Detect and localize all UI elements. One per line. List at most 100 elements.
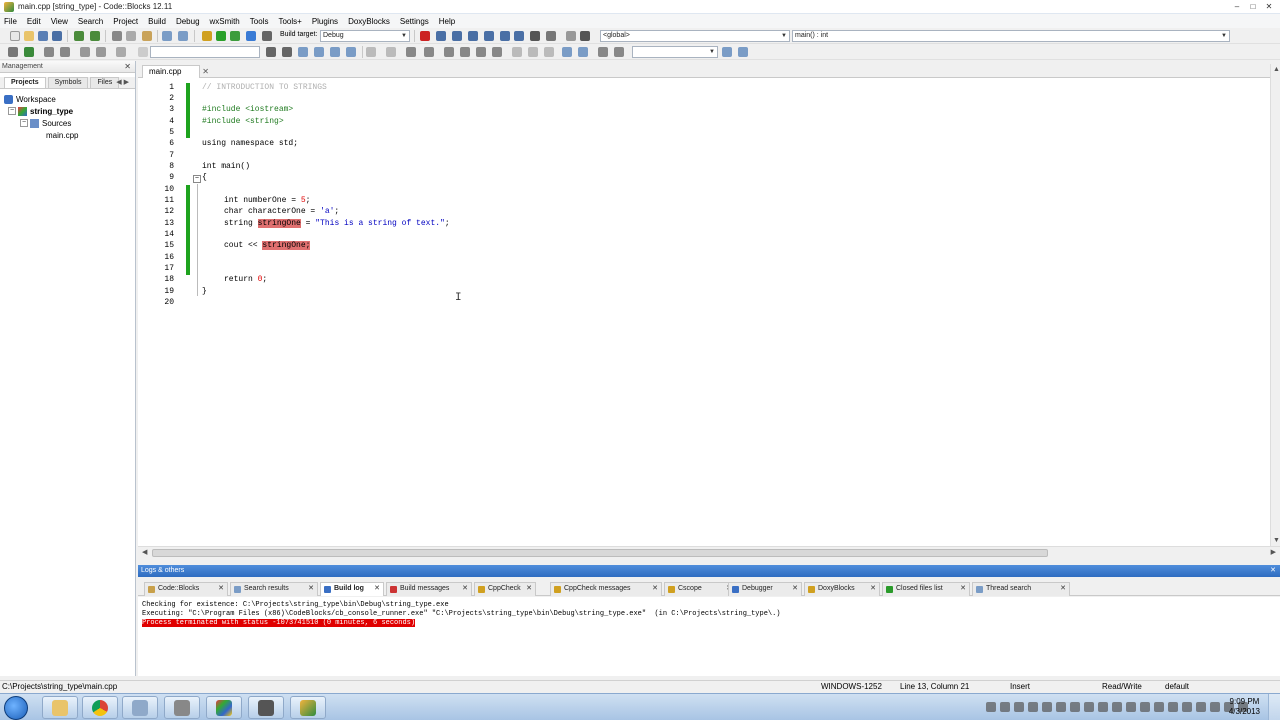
tree-item-project[interactable]: − string_type	[4, 105, 135, 117]
box-icon[interactable]	[512, 47, 522, 57]
tray-icon[interactable]	[1098, 702, 1108, 712]
find-next-icon[interactable]	[722, 47, 732, 57]
close-button[interactable]: ✕	[1262, 1, 1276, 12]
run-icon[interactable]	[216, 31, 226, 41]
close-icon[interactable]: ✕	[462, 583, 468, 595]
search-icon[interactable]	[738, 47, 748, 57]
build-target-select[interactable]: Debug ▼	[320, 30, 410, 42]
taskbar-app-6[interactable]	[248, 696, 284, 719]
step-instruction-icon[interactable]	[514, 31, 524, 41]
tab-files[interactable]: Files	[90, 77, 120, 88]
highlight-icon[interactable]	[298, 47, 308, 57]
taskbar-app-3[interactable]	[122, 696, 158, 719]
tab-cppcheck-messages[interactable]: CppCheck messages ✕	[550, 582, 662, 596]
cut-icon[interactable]	[112, 31, 122, 41]
box3-icon[interactable]	[544, 47, 554, 57]
tray-icon[interactable]	[1056, 702, 1066, 712]
menu-search[interactable]: Search	[78, 17, 103, 26]
menu-tools[interactable]: Tools	[250, 17, 269, 26]
abort-icon[interactable]	[262, 31, 272, 41]
menu-tools-plus[interactable]: Tools+	[278, 17, 301, 26]
close-icon[interactable]: ✕	[218, 583, 224, 595]
tab-closed-files[interactable]: Closed files list ✕	[882, 582, 970, 596]
taskbar-codeblocks[interactable]	[290, 696, 326, 719]
code-completion-icon[interactable]	[116, 47, 126, 57]
close-icon[interactable]: ✕	[526, 583, 532, 595]
save-all-icon[interactable]	[52, 31, 62, 41]
next-instruction-icon[interactable]	[468, 31, 478, 41]
show-desktop-button[interactable]	[1268, 694, 1280, 720]
tab-cscope[interactable]: Cscope✕	[664, 582, 736, 596]
search-box[interactable]	[150, 46, 260, 58]
tray-icon[interactable]	[1210, 702, 1220, 712]
close-icon[interactable]: ✕	[202, 66, 209, 78]
align-right-icon[interactable]	[476, 47, 486, 57]
image-icon[interactable]	[406, 47, 416, 57]
collapse-icon[interactable]: −	[20, 119, 28, 127]
box2-icon[interactable]	[528, 47, 538, 57]
frame-icon[interactable]	[386, 47, 396, 57]
tray-icon[interactable]	[1168, 702, 1178, 712]
tree-item-workspace[interactable]: Workspace	[4, 93, 135, 105]
close-icon[interactable]: ✕	[1270, 565, 1276, 576]
step-out-icon[interactable]	[500, 31, 510, 41]
menu-debug[interactable]: Debug	[176, 17, 200, 26]
fold-icon[interactable]: −	[193, 175, 201, 183]
close-icon[interactable]: ✕	[870, 583, 876, 595]
rebuild-icon[interactable]	[246, 31, 256, 41]
prev-icon[interactable]	[266, 47, 276, 57]
run-to-cursor-icon[interactable]	[436, 31, 446, 41]
layout-icon[interactable]	[424, 47, 434, 57]
menu-settings[interactable]: Settings	[400, 17, 429, 26]
collapse-icon[interactable]: −	[8, 107, 16, 115]
tab-cppcheck[interactable]: CppCheck ✕	[474, 582, 536, 596]
editor-horizontal-scrollbar[interactable]: ◀ ▶	[138, 546, 1280, 558]
close-icon[interactable]: ✕	[124, 61, 131, 72]
next-line-icon[interactable]	[452, 31, 462, 41]
scroll-down-icon[interactable]: ▼	[1273, 537, 1280, 544]
align-center-icon[interactable]	[460, 47, 470, 57]
replace-toolbar-icon[interactable]	[330, 47, 340, 57]
menu-build[interactable]: Build	[148, 17, 166, 26]
scope-select[interactable]: <global> ▼	[600, 30, 790, 42]
new-file-icon[interactable]	[10, 31, 20, 41]
tray-icon[interactable]	[1028, 702, 1038, 712]
find-combo[interactable]: ▼	[632, 46, 718, 58]
copy-icon[interactable]	[126, 31, 136, 41]
select-icon[interactable]	[314, 47, 324, 57]
menu-project[interactable]: Project	[113, 17, 138, 26]
tray-icon[interactable]	[1000, 702, 1010, 712]
refresh-icon[interactable]	[614, 47, 624, 57]
various-info-icon[interactable]	[580, 31, 590, 41]
align-left-icon[interactable]	[444, 47, 454, 57]
comment-icon[interactable]	[44, 47, 54, 57]
tab-codeblocks-log[interactable]: Code::Blocks ✕	[144, 582, 228, 596]
start-button[interactable]	[4, 696, 28, 720]
tab-doxyblocks[interactable]: DoxyBlocks ✕	[804, 582, 880, 596]
next-icon[interactable]	[282, 47, 292, 57]
taskbar-app-4[interactable]	[164, 696, 200, 719]
taskbar-explorer[interactable]	[42, 696, 78, 719]
find-icon[interactable]	[162, 31, 172, 41]
undo-icon[interactable]	[74, 31, 84, 41]
taskbar-app-5[interactable]	[206, 696, 242, 719]
taskbar-chrome[interactable]	[82, 696, 118, 719]
build-log-output[interactable]: Checking for existence: C:\Projects\stri…	[138, 597, 1280, 676]
scroll-left-icon[interactable]: ◀	[142, 548, 147, 556]
build-and-run-icon[interactable]	[230, 31, 240, 41]
tab-symbols[interactable]: Symbols	[47, 77, 89, 88]
menu-help[interactable]: Help	[439, 17, 455, 26]
menu-doxyblocks[interactable]: DoxyBlocks	[348, 17, 390, 26]
uncomment-icon[interactable]	[60, 47, 70, 57]
toggle-bookmark-icon[interactable]	[8, 47, 18, 57]
pointer-icon[interactable]	[366, 47, 376, 57]
zoom-out-icon[interactable]	[578, 47, 588, 57]
tab-debugger[interactable]: Debugger ✕	[728, 582, 802, 596]
tray-icon[interactable]	[1112, 702, 1122, 712]
tray-icon[interactable]	[1182, 702, 1192, 712]
close-icon[interactable]: ✕	[308, 583, 314, 595]
editor-vertical-scrollbar[interactable]: ▲ ▼	[1270, 64, 1280, 546]
scroll-right-icon[interactable]: ▶	[1271, 548, 1276, 556]
close-icon[interactable]: ✕	[960, 583, 966, 595]
editor-tab-main-cpp[interactable]: main.cpp ✕	[142, 65, 209, 78]
